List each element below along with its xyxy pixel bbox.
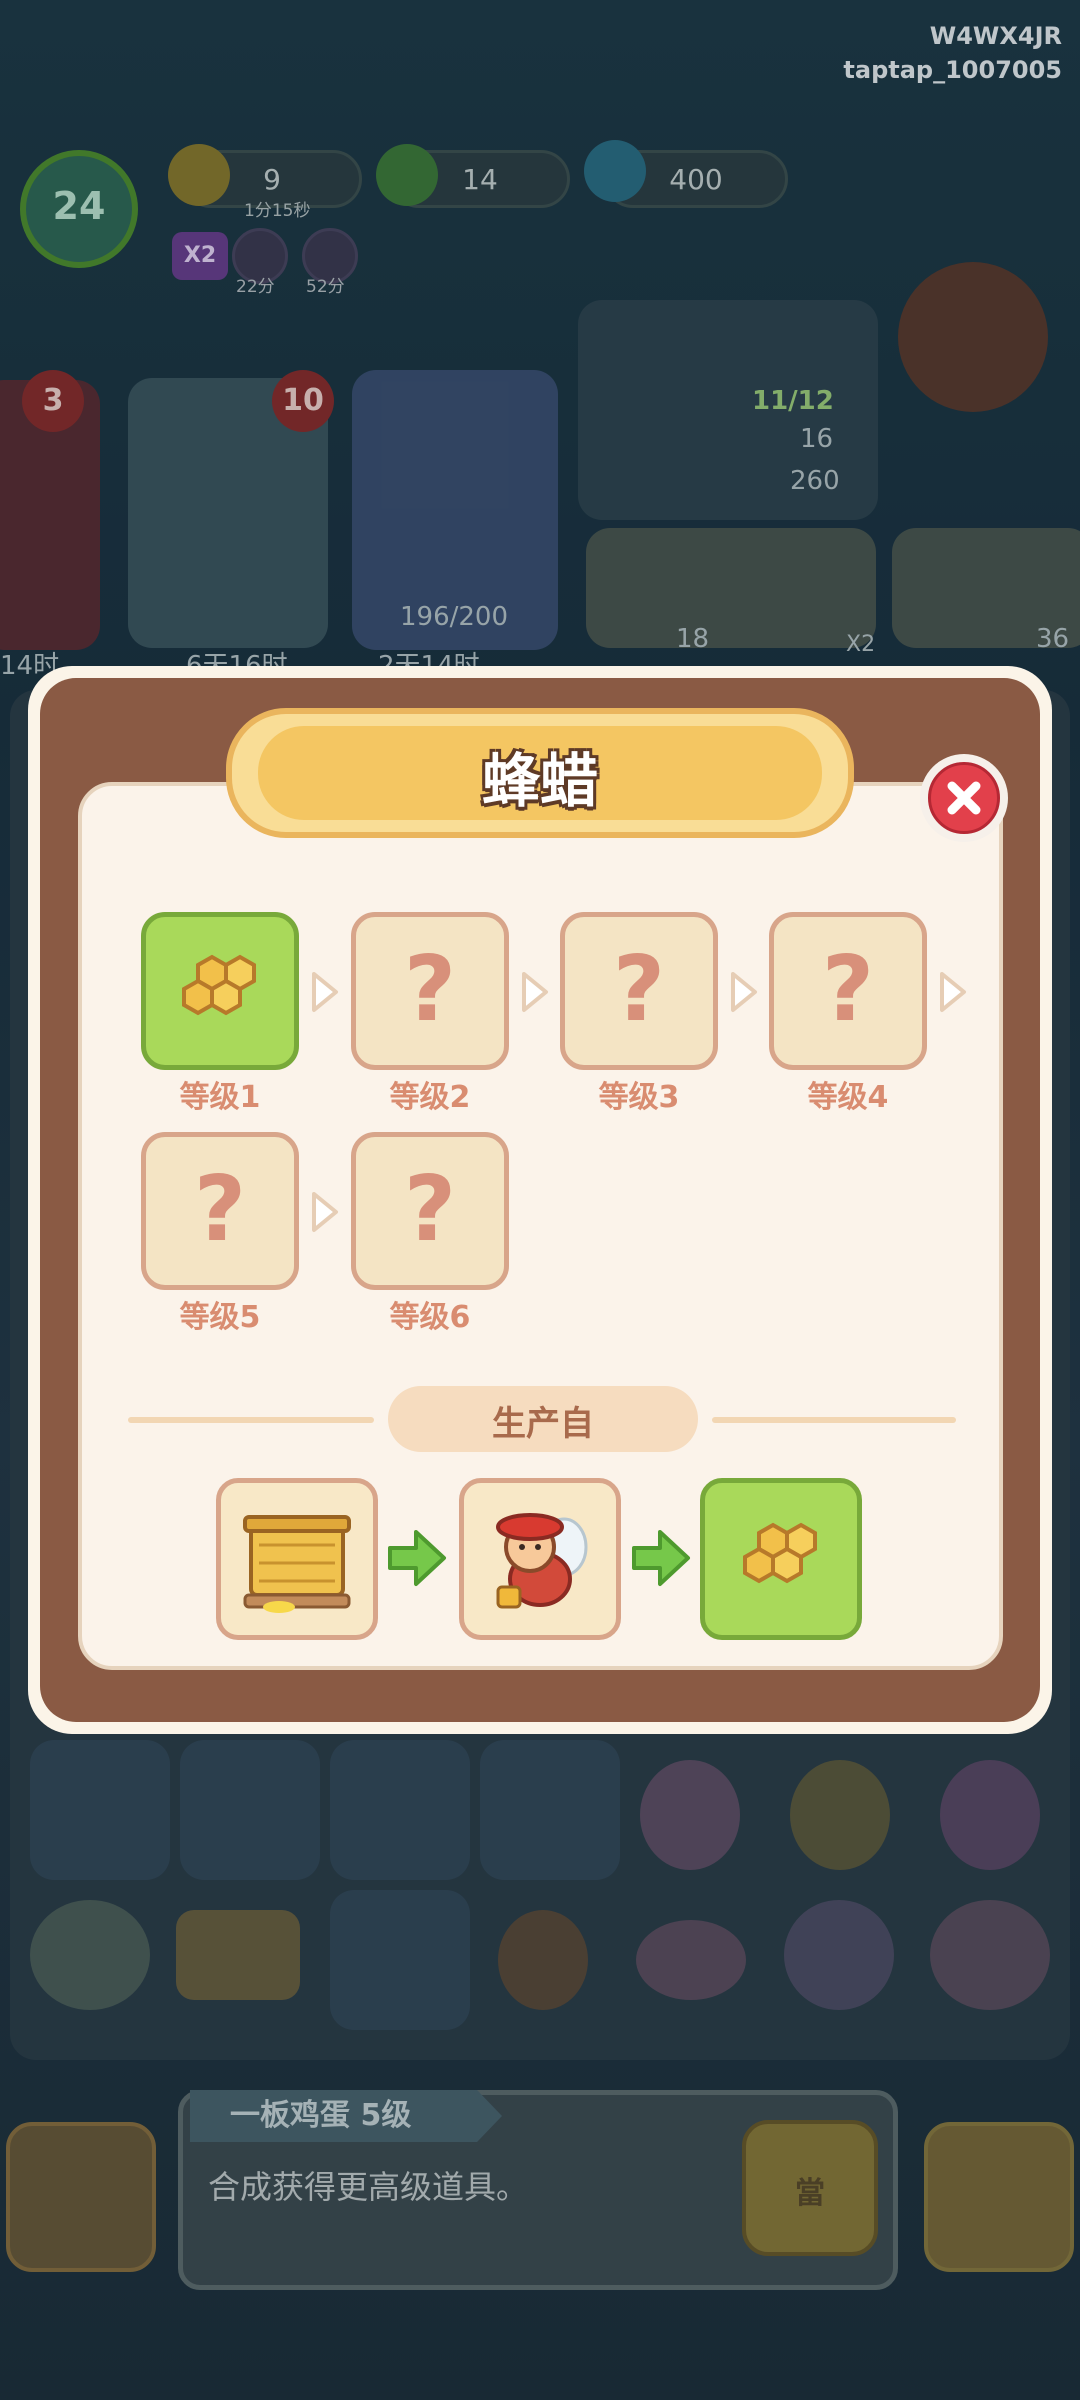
level-tile-6[interactable]: ? xyxy=(351,1132,509,1290)
section-divider-left xyxy=(128,1417,374,1423)
question-mark-icon: ? xyxy=(193,1157,247,1262)
source-bee-worker-tile[interactable] xyxy=(459,1478,621,1640)
level-label-3: 等级3 xyxy=(598,1080,680,1115)
level-tile-4[interactable]: ? xyxy=(769,912,927,1070)
beehive-icon xyxy=(243,1515,351,1613)
level-tile-2[interactable]: ? xyxy=(351,912,509,1070)
arrow-right-icon xyxy=(388,1530,446,1586)
close-button[interactable] xyxy=(920,754,1008,842)
question-mark-icon: ? xyxy=(403,1157,457,1262)
level-label-1: 等级1 xyxy=(179,1080,261,1115)
level-tile-5[interactable]: ? xyxy=(141,1132,299,1290)
level-tile-3[interactable]: ? xyxy=(560,912,718,1070)
section-divider-right xyxy=(712,1417,956,1423)
beeswax-icon xyxy=(182,954,256,1016)
chevron-right-icon xyxy=(522,972,548,1012)
level-tile-1[interactable] xyxy=(141,912,299,1070)
bee-worker-icon xyxy=(496,1513,588,1609)
level-label-5: 等级5 xyxy=(179,1300,261,1335)
produced-from-heading: 生产自 xyxy=(492,1404,594,1444)
chevron-right-icon xyxy=(312,972,338,1012)
level-label-6: 等级6 xyxy=(389,1300,471,1335)
question-mark-icon: ? xyxy=(612,937,666,1042)
modal-title: 蜂蜡 xyxy=(481,747,598,815)
question-mark-icon: ? xyxy=(821,937,875,1042)
close-x-glyph xyxy=(947,781,981,815)
source-beehive-tile[interactable] xyxy=(216,1478,378,1640)
source-beeswax-tile[interactable] xyxy=(700,1478,862,1640)
chevron-right-icon xyxy=(940,972,966,1012)
level-label-4: 等级4 xyxy=(807,1080,889,1115)
chevron-right-icon xyxy=(312,1192,338,1232)
question-mark-icon: ? xyxy=(403,937,457,1042)
chevron-right-icon xyxy=(731,972,757,1012)
beeswax-icon xyxy=(743,1522,817,1584)
arrow-right-icon xyxy=(632,1530,690,1586)
level-label-2: 等级2 xyxy=(389,1080,471,1115)
